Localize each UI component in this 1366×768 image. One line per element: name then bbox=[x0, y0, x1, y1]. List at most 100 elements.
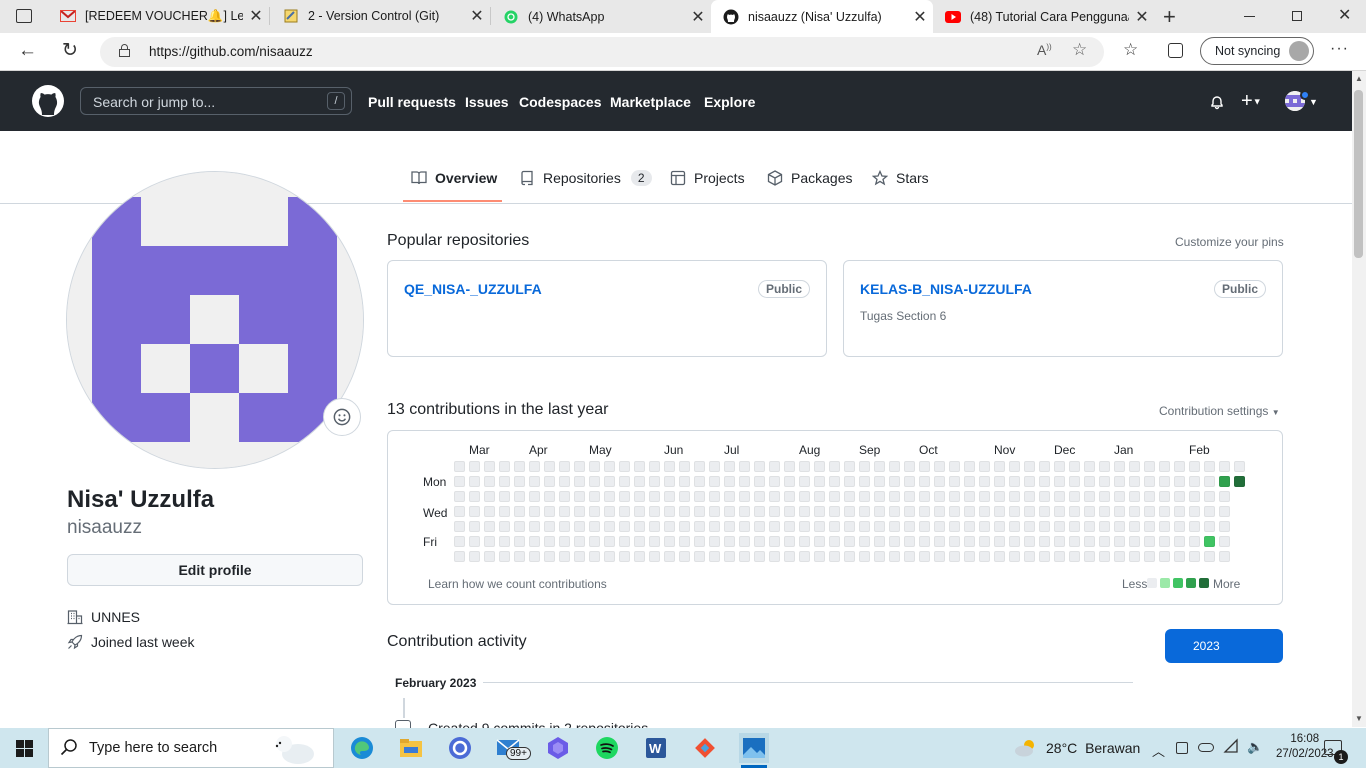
contribution-day[interactable] bbox=[544, 476, 555, 487]
contribution-day[interactable] bbox=[679, 506, 690, 517]
close-tab-icon[interactable]: ✕ bbox=[907, 7, 933, 27]
contribution-day[interactable] bbox=[1144, 536, 1155, 547]
contribution-day[interactable] bbox=[859, 476, 870, 487]
contribution-day[interactable] bbox=[499, 476, 510, 487]
contribution-day[interactable] bbox=[1069, 476, 1080, 487]
contribution-day[interactable] bbox=[634, 491, 645, 502]
contribution-day[interactable] bbox=[634, 476, 645, 487]
contribution-day[interactable] bbox=[484, 551, 495, 562]
contribution-day[interactable] bbox=[1129, 551, 1140, 562]
notifications-bell-icon[interactable] bbox=[1209, 94, 1225, 110]
contribution-day[interactable] bbox=[934, 551, 945, 562]
contribution-day[interactable] bbox=[1099, 461, 1110, 472]
contribution-day[interactable] bbox=[619, 491, 630, 502]
nav-codespaces[interactable]: Codespaces bbox=[519, 94, 601, 110]
contribution-day[interactable] bbox=[574, 491, 585, 502]
contribution-day[interactable] bbox=[1069, 506, 1080, 517]
contribution-day[interactable] bbox=[859, 461, 870, 472]
contribution-day[interactable] bbox=[529, 521, 540, 532]
collections-icon[interactable] bbox=[1168, 43, 1183, 58]
contribution-day[interactable] bbox=[499, 536, 510, 547]
contribution-day[interactable] bbox=[529, 551, 540, 562]
contribution-day[interactable] bbox=[1069, 551, 1080, 562]
contribution-day[interactable] bbox=[1069, 461, 1080, 472]
contribution-day[interactable] bbox=[769, 476, 780, 487]
contribution-day[interactable] bbox=[1054, 476, 1065, 487]
contribution-day[interactable] bbox=[604, 476, 615, 487]
contribution-day[interactable] bbox=[994, 491, 1005, 502]
contribution-day[interactable] bbox=[604, 491, 615, 502]
git-icon[interactable] bbox=[690, 733, 720, 763]
contribution-day[interactable] bbox=[1099, 506, 1110, 517]
contribution-day[interactable] bbox=[514, 506, 525, 517]
contribution-day[interactable] bbox=[1144, 461, 1155, 472]
contribution-day[interactable] bbox=[559, 476, 570, 487]
contribution-day[interactable] bbox=[1054, 461, 1065, 472]
scrollbar-thumb[interactable] bbox=[1354, 90, 1363, 258]
contribution-day[interactable] bbox=[574, 536, 585, 547]
contribution-day[interactable] bbox=[829, 536, 840, 547]
contribution-day[interactable] bbox=[694, 476, 705, 487]
contribution-day[interactable] bbox=[934, 461, 945, 472]
contribution-day[interactable] bbox=[1054, 491, 1065, 502]
contribution-day[interactable] bbox=[904, 491, 915, 502]
contribution-day[interactable] bbox=[1099, 521, 1110, 532]
contribution-day[interactable] bbox=[844, 491, 855, 502]
contribution-day[interactable] bbox=[1234, 461, 1245, 472]
contribution-day[interactable] bbox=[469, 536, 480, 547]
contribution-day[interactable] bbox=[1114, 461, 1125, 472]
contribution-day[interactable] bbox=[1204, 536, 1215, 547]
contribution-day[interactable] bbox=[1219, 551, 1230, 562]
contribution-day[interactable] bbox=[994, 521, 1005, 532]
close-tab-icon[interactable]: ✕ bbox=[685, 7, 711, 27]
weather-text[interactable]: 28°C Berawan bbox=[1046, 740, 1140, 756]
contribution-day[interactable] bbox=[499, 491, 510, 502]
contribution-day[interactable] bbox=[679, 461, 690, 472]
contribution-day[interactable] bbox=[694, 521, 705, 532]
contribution-day[interactable] bbox=[529, 491, 540, 502]
contribution-day[interactable] bbox=[619, 506, 630, 517]
contribution-day[interactable] bbox=[724, 506, 735, 517]
contribution-day[interactable] bbox=[1039, 476, 1050, 487]
photos-icon[interactable] bbox=[739, 733, 769, 763]
contribution-day[interactable] bbox=[1099, 476, 1110, 487]
close-window-icon[interactable]: ✕ bbox=[1338, 5, 1351, 25]
tab-actions-icon[interactable] bbox=[16, 9, 32, 23]
contribution-day[interactable] bbox=[1204, 476, 1215, 487]
contribution-day[interactable] bbox=[754, 551, 765, 562]
wifi-icon[interactable] bbox=[1223, 738, 1239, 754]
contribution-day[interactable] bbox=[1159, 536, 1170, 547]
minimize-icon[interactable] bbox=[1244, 16, 1255, 17]
contribution-day[interactable] bbox=[529, 461, 540, 472]
contribution-day[interactable] bbox=[1234, 476, 1245, 487]
contribution-day[interactable] bbox=[814, 491, 825, 502]
contribution-day[interactable] bbox=[454, 461, 465, 472]
contribution-day[interactable] bbox=[829, 461, 840, 472]
contribution-day[interactable] bbox=[799, 521, 810, 532]
contribution-day[interactable] bbox=[769, 536, 780, 547]
contribution-day[interactable] bbox=[934, 476, 945, 487]
contribution-day[interactable] bbox=[964, 461, 975, 472]
contribution-day[interactable] bbox=[499, 461, 510, 472]
file-explorer-icon[interactable] bbox=[396, 733, 426, 763]
refresh-icon[interactable]: ↻ bbox=[62, 39, 78, 62]
contribution-day[interactable] bbox=[514, 491, 525, 502]
contribution-day[interactable] bbox=[649, 521, 660, 532]
contribution-day[interactable] bbox=[994, 506, 1005, 517]
search-input[interactable]: Search or jump to... bbox=[80, 87, 352, 115]
contribution-day[interactable] bbox=[1024, 491, 1035, 502]
contribution-day[interactable] bbox=[994, 551, 1005, 562]
contribution-day[interactable] bbox=[904, 551, 915, 562]
contribution-day[interactable] bbox=[709, 461, 720, 472]
contribution-day[interactable] bbox=[454, 551, 465, 562]
contribution-day[interactable] bbox=[454, 476, 465, 487]
contribution-day[interactable] bbox=[1144, 476, 1155, 487]
contribution-day[interactable] bbox=[964, 476, 975, 487]
contribution-day[interactable] bbox=[844, 551, 855, 562]
contribution-day[interactable] bbox=[1114, 476, 1125, 487]
contribution-day[interactable] bbox=[709, 536, 720, 547]
contribution-day[interactable] bbox=[949, 461, 960, 472]
contribution-day[interactable] bbox=[979, 521, 990, 532]
contribution-day[interactable] bbox=[469, 521, 480, 532]
windows-start-icon[interactable] bbox=[16, 740, 33, 757]
